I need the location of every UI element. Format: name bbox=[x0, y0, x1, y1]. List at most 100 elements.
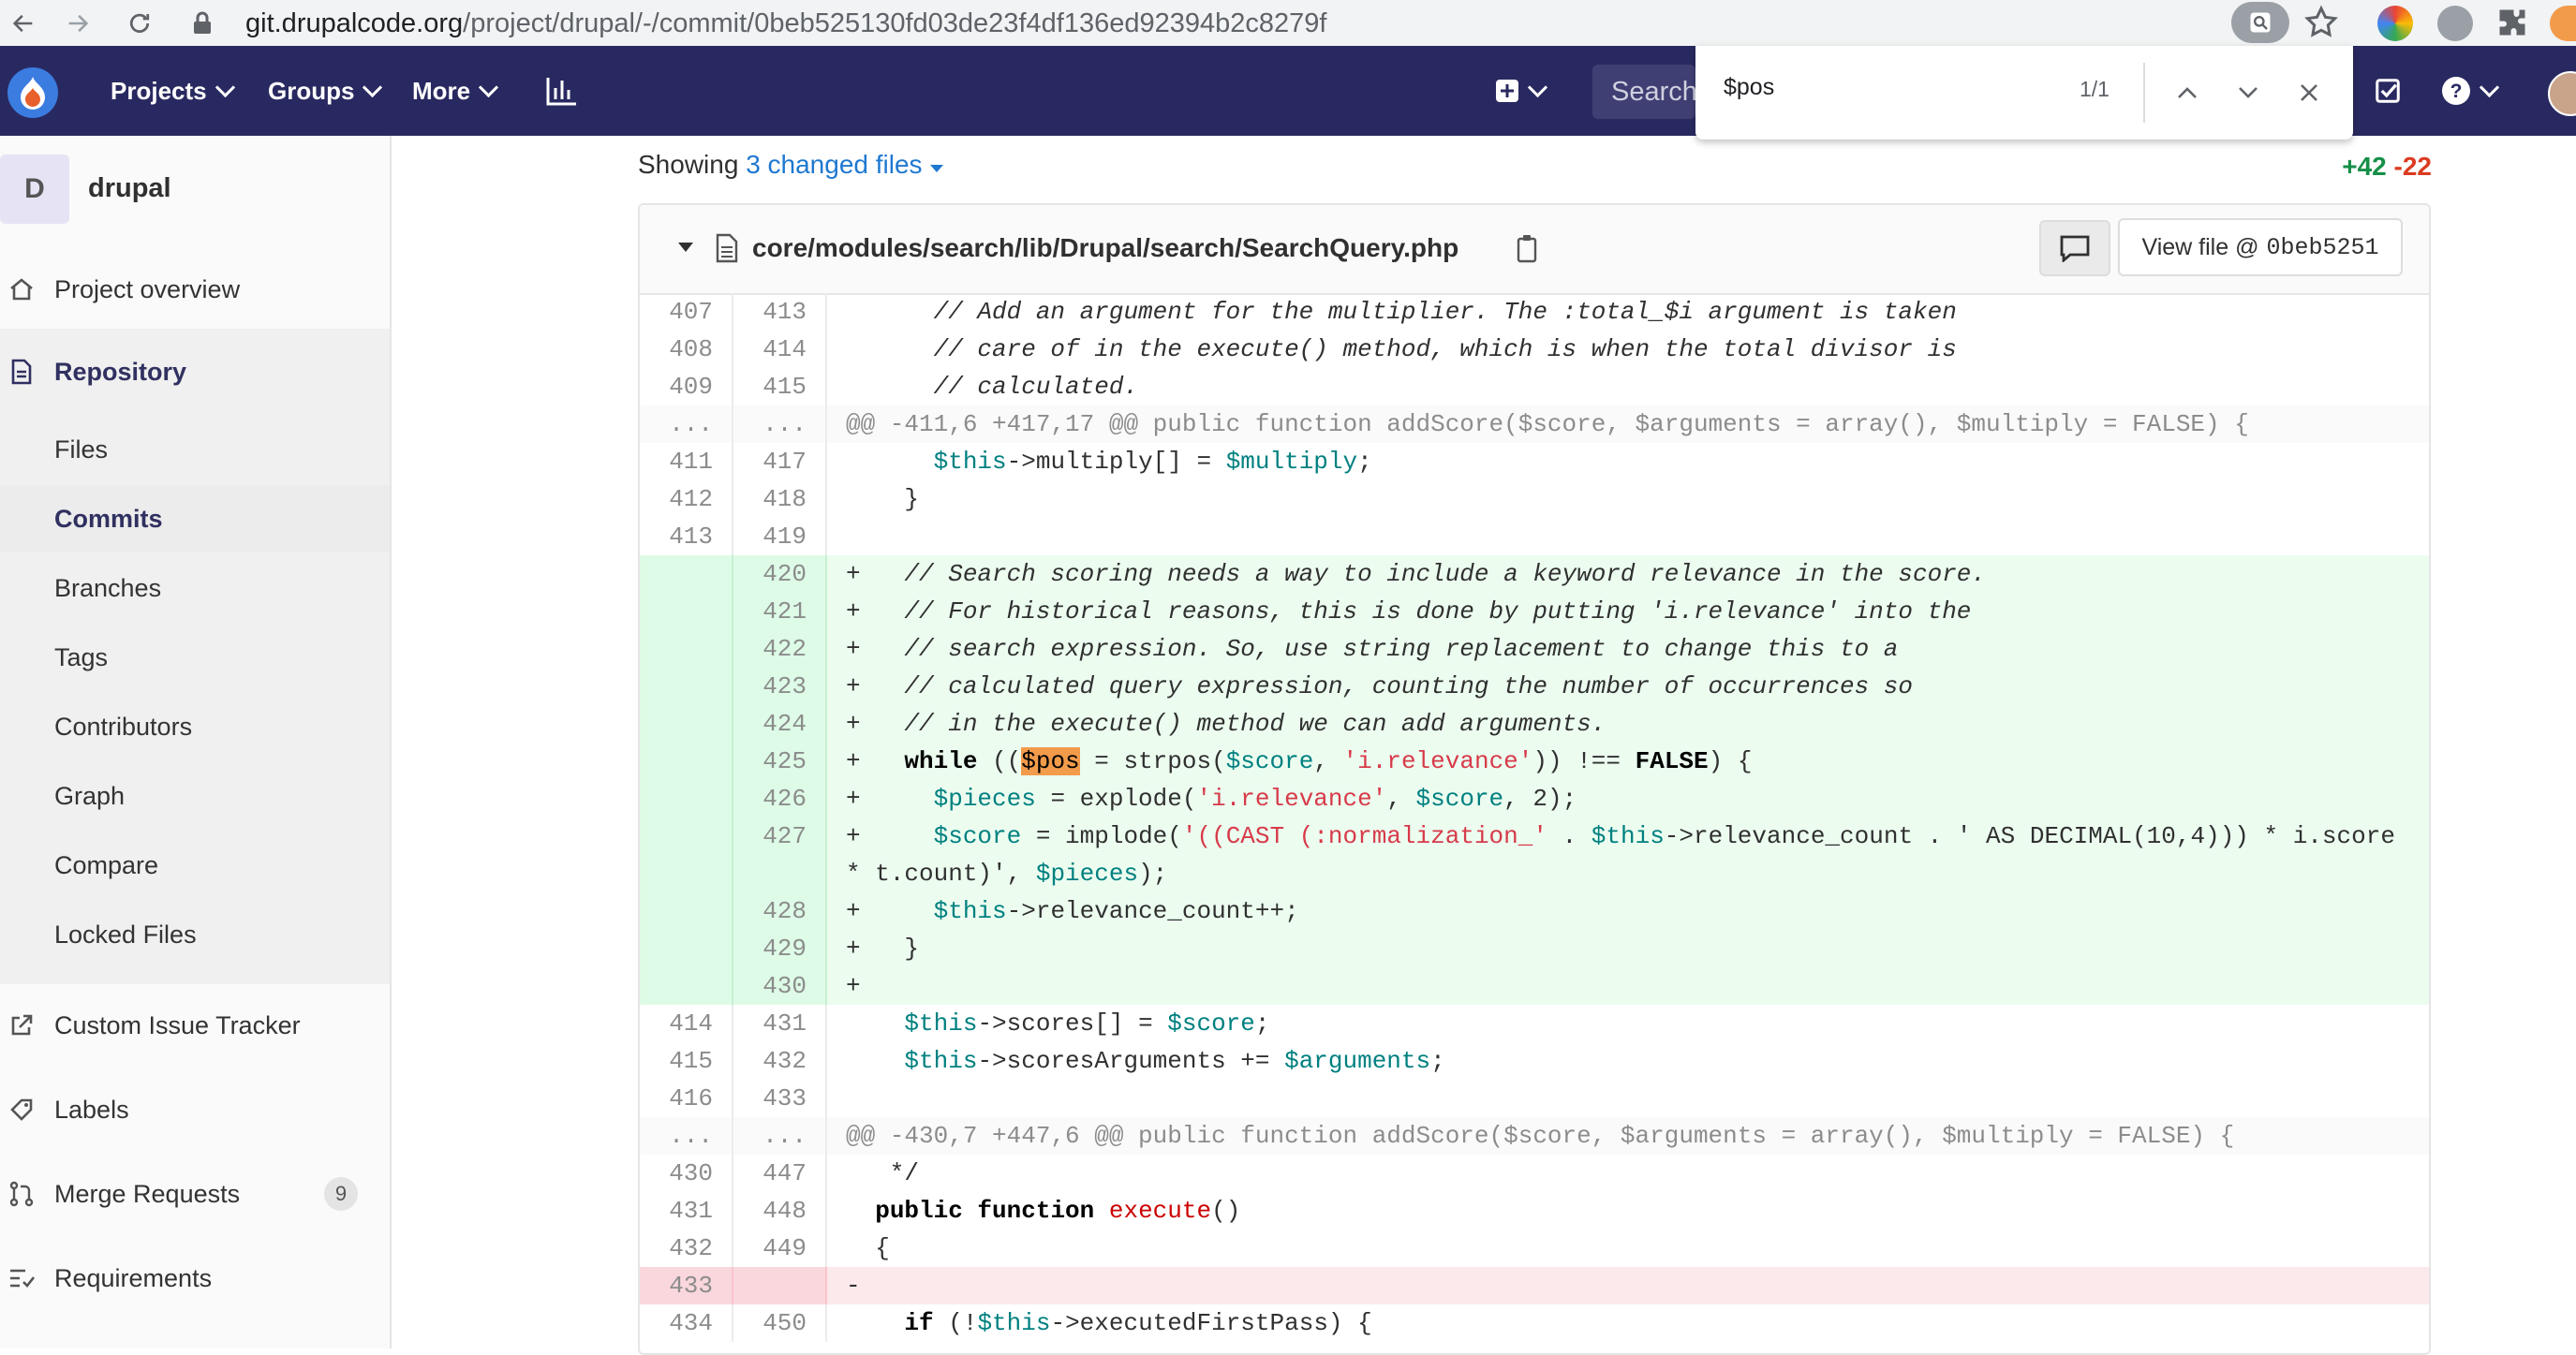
old-line-number[interactable]: 414 bbox=[640, 1005, 733, 1042]
old-line-number[interactable] bbox=[640, 593, 733, 630]
extension-color-icon[interactable] bbox=[2377, 6, 2413, 41]
search-input[interactable]: Search bbox=[1592, 65, 1695, 119]
copy-clipboard-icon[interactable] bbox=[1515, 233, 1539, 268]
old-line-number[interactable]: 408 bbox=[640, 331, 733, 368]
todo-checkbox-icon[interactable] bbox=[2374, 46, 2402, 136]
new-line-number[interactable]: 420 bbox=[733, 555, 827, 593]
find-in-page-icon[interactable] bbox=[2231, 2, 2289, 43]
old-line-number[interactable]: 430 bbox=[640, 1155, 733, 1192]
sidebar-item-merge-requests[interactable]: Merge Requests 9 bbox=[0, 1160, 390, 1228]
sidebar-item-requirements[interactable]: Requirements bbox=[0, 1245, 390, 1312]
sidebar-item-labels[interactable]: Labels bbox=[0, 1076, 390, 1143]
sidebar-item-graph[interactable]: Graph bbox=[0, 762, 390, 830]
sidebar-item-branches[interactable]: Branches bbox=[0, 554, 390, 622]
sidebar-item-commits[interactable]: Commits bbox=[0, 485, 390, 552]
find-previous-button[interactable] bbox=[2164, 69, 2211, 116]
old-line-number[interactable] bbox=[640, 930, 733, 967]
old-line-number[interactable]: 433 bbox=[640, 1267, 733, 1304]
old-line-number[interactable]: 413 bbox=[640, 518, 733, 555]
new-line-number[interactable]: 424 bbox=[733, 705, 827, 743]
collapse-chevron-icon[interactable] bbox=[677, 241, 694, 258]
old-line-number[interactable]: 434 bbox=[640, 1304, 733, 1342]
activity-chart-icon[interactable] bbox=[545, 46, 579, 136]
new-line-number[interactable]: 421 bbox=[733, 593, 827, 630]
find-input[interactable]: $pos bbox=[1724, 74, 1774, 101]
nav-groups[interactable]: Groups bbox=[268, 46, 383, 136]
old-line-number[interactable]: 407 bbox=[640, 293, 733, 331]
new-item-plus-icon[interactable] bbox=[1495, 46, 1548, 136]
old-line-number[interactable] bbox=[640, 892, 733, 930]
diff-file: core/modules/search/lib/Drupal/search/Se… bbox=[638, 203, 2431, 1355]
new-line-number[interactable]: ... bbox=[733, 1117, 827, 1155]
toggle-comments-button[interactable] bbox=[2039, 220, 2110, 276]
old-line-number[interactable]: ... bbox=[640, 405, 733, 443]
nav-more[interactable]: More bbox=[412, 46, 499, 136]
new-line-number[interactable]: 427 bbox=[733, 817, 827, 892]
new-line-number[interactable]: 422 bbox=[733, 630, 827, 668]
old-line-number[interactable] bbox=[640, 967, 733, 1005]
new-line-number[interactable]: 414 bbox=[733, 331, 827, 368]
old-line-number[interactable]: 412 bbox=[640, 480, 733, 518]
new-line-number[interactable]: 447 bbox=[733, 1155, 827, 1192]
old-line-number[interactable]: ... bbox=[640, 1117, 733, 1155]
old-line-number[interactable]: 409 bbox=[640, 368, 733, 405]
changed-files-dropdown[interactable]: 3 changed files bbox=[746, 150, 944, 179]
old-line-number[interactable]: 415 bbox=[640, 1042, 733, 1080]
new-line-number[interactable]: 417 bbox=[733, 443, 827, 480]
new-line-number[interactable]: 423 bbox=[733, 668, 827, 705]
new-line-number[interactable]: 433 bbox=[733, 1080, 827, 1117]
sidebar-item-project-overview[interactable]: Project overview bbox=[0, 256, 390, 323]
old-line-number[interactable] bbox=[640, 780, 733, 817]
extensions-puzzle-icon[interactable] bbox=[2495, 6, 2529, 44]
merge-request-icon bbox=[7, 1180, 36, 1208]
help-icon[interactable]: ? bbox=[2441, 46, 2500, 136]
new-line-number[interactable]: 430 bbox=[733, 967, 827, 1005]
find-next-button[interactable] bbox=[2225, 69, 2272, 116]
old-line-number[interactable] bbox=[640, 668, 733, 705]
sidebar-item-locked-files[interactable]: Locked Files bbox=[0, 901, 390, 968]
new-line-number[interactable]: 426 bbox=[733, 780, 827, 817]
sidebar-item-compare[interactable]: Compare bbox=[0, 832, 390, 899]
sidebar-item-contributors[interactable]: Contributors bbox=[0, 693, 390, 760]
new-line-number[interactable]: 448 bbox=[733, 1192, 827, 1230]
find-close-button[interactable] bbox=[2286, 69, 2332, 116]
new-line-number[interactable]: 425 bbox=[733, 743, 827, 780]
old-line-number[interactable] bbox=[640, 743, 733, 780]
forward-arrow-icon[interactable] bbox=[58, 0, 97, 46]
new-line-number[interactable]: 428 bbox=[733, 892, 827, 930]
new-line-number[interactable]: 419 bbox=[733, 518, 827, 555]
old-line-number[interactable] bbox=[640, 555, 733, 593]
nav-projects[interactable]: Projects bbox=[111, 46, 235, 136]
new-line-number[interactable]: 449 bbox=[733, 1230, 827, 1267]
reload-icon[interactable] bbox=[120, 0, 159, 46]
new-line-number[interactable]: 431 bbox=[733, 1005, 827, 1042]
drupal-logo-icon[interactable] bbox=[7, 67, 58, 118]
extension-bird-icon[interactable] bbox=[2437, 6, 2473, 41]
new-line-number[interactable]: ... bbox=[733, 405, 827, 443]
old-line-number[interactable]: 431 bbox=[640, 1192, 733, 1230]
sidebar-item-files[interactable]: Files bbox=[0, 416, 390, 483]
new-line-number[interactable]: 429 bbox=[733, 930, 827, 967]
old-line-number[interactable] bbox=[640, 630, 733, 668]
new-line-number[interactable]: 415 bbox=[733, 368, 827, 405]
new-line-number[interactable]: 418 bbox=[733, 480, 827, 518]
sidebar-item-repository[interactable]: Repository bbox=[0, 338, 390, 405]
new-line-number[interactable] bbox=[733, 1267, 827, 1304]
view-file-button[interactable]: View file @ 0beb5251 bbox=[2118, 218, 2403, 276]
bookmark-star-icon[interactable] bbox=[2302, 4, 2340, 46]
old-line-number[interactable] bbox=[640, 817, 733, 892]
back-arrow-icon[interactable] bbox=[4, 0, 43, 46]
old-line-number[interactable]: 416 bbox=[640, 1080, 733, 1117]
old-line-number[interactable] bbox=[640, 705, 733, 743]
new-line-number[interactable]: 432 bbox=[733, 1042, 827, 1080]
sidebar-item-custom-issue-tracker[interactable]: Custom Issue Tracker bbox=[0, 992, 390, 1059]
project-avatar[interactable]: D bbox=[0, 155, 69, 224]
address-bar[interactable]: git.drupalcode.org/project/drupal/-/comm… bbox=[245, 7, 1326, 39]
old-line-number[interactable]: 411 bbox=[640, 443, 733, 480]
old-line-number[interactable]: 432 bbox=[640, 1230, 733, 1267]
file-path[interactable]: core/modules/search/lib/Drupal/search/Se… bbox=[752, 233, 1458, 263]
new-line-number[interactable]: 413 bbox=[733, 293, 827, 331]
project-name[interactable]: drupal bbox=[88, 173, 171, 204]
new-line-number[interactable]: 450 bbox=[733, 1304, 827, 1342]
sidebar-item-tags[interactable]: Tags bbox=[0, 624, 390, 691]
